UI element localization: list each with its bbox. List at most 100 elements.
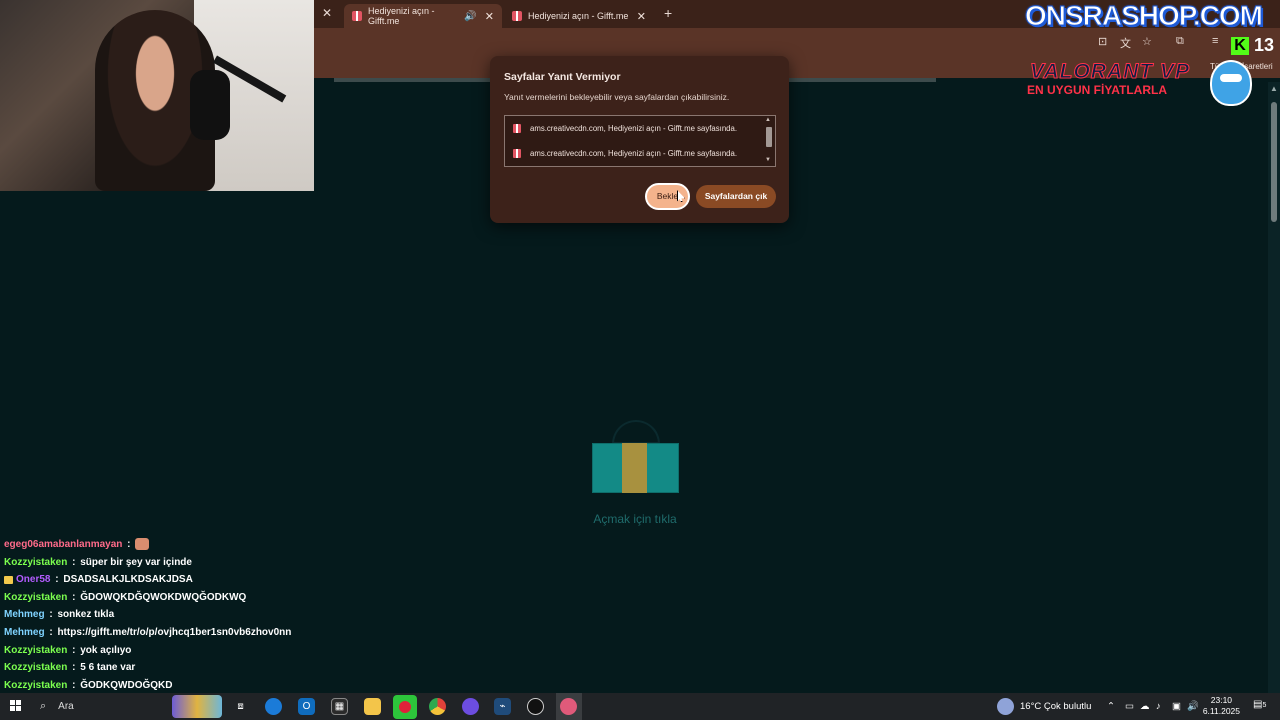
weather-text[interactable]: 16°C Çok bulutlu (1020, 693, 1091, 720)
unresponsive-pages-list[interactable]: ams.creativecdn.com, Hediyenizi açın - G… (504, 115, 776, 167)
obs-icon[interactable] (527, 698, 544, 715)
chat-separator: : (52, 574, 62, 586)
tray-app-icon[interactable]: ☁ (1140, 693, 1150, 720)
notification-icon[interactable]: ▤5 (1253, 699, 1268, 714)
chat-message: Kozzyistaken : yok açılıyo (0, 642, 314, 660)
exit-pages-button[interactable]: Sayfalardan çık (696, 185, 776, 208)
chrome-icon[interactable] (429, 698, 446, 715)
mascot-icon (1210, 60, 1252, 106)
chat-username[interactable]: Kozzyistaken (4, 645, 67, 656)
open-gift-label[interactable]: Açmak için tıkla (560, 512, 710, 526)
microphone-icon[interactable]: ♪ (1156, 693, 1161, 720)
gift-favicon-icon (352, 11, 362, 21)
task-view-icon[interactable]: ⧈ (232, 698, 249, 715)
list-scrollbar[interactable]: ▲ ▼ (764, 117, 774, 165)
chat-text: https://gifft.me/tr/o/p/ovjhcq1ber1sn0vb… (57, 626, 292, 638)
close-tab-icon[interactable]: ✕ (485, 10, 494, 23)
weather-icon[interactable] (997, 698, 1014, 715)
install-app-icon[interactable]: ⊡ (1098, 35, 1107, 48)
outlook-icon[interactable]: O (298, 698, 315, 715)
gift-bow (612, 420, 660, 444)
chat-separator: : (46, 626, 56, 638)
screen: egeg06amabanlanmayan : Kozzyistaken : sü… (0, 0, 1280, 720)
list-item: ams.creativecdn.com, Hediyenizi açın - G… (513, 120, 737, 136)
chat-text: yok açılıyo (80, 644, 132, 656)
chat-separator: : (124, 539, 134, 550)
list-item: ams.creativecdn.com, Hediyenizi açın - G… (513, 145, 737, 161)
chat-username[interactable]: Mehmeg (4, 609, 45, 620)
page-scrollbar[interactable]: ▲ (1268, 82, 1280, 693)
wait-button[interactable]: Bekle (645, 183, 690, 210)
tab-label: Hediyenizi açın - Gifft.me (368, 6, 435, 26)
page-entry-text: ams.creativecdn.com, Hediyenizi açın - G… (530, 123, 737, 133)
extensions-icon[interactable]: ⧉ (1176, 35, 1184, 48)
page-entry-text: ams.creativecdn.com, Hediyenizi açın - G… (530, 148, 737, 158)
edge-icon[interactable] (265, 698, 282, 715)
crown-badge-icon (4, 575, 13, 584)
chat-username[interactable]: egeg06amabanlanmayan (4, 539, 122, 550)
scroll-down-icon[interactable]: ▼ (765, 157, 771, 163)
gift-favicon-icon (513, 148, 521, 158)
close-tab-icon[interactable]: ✕ (637, 10, 646, 23)
speaker-icon[interactable]: 🔊 (464, 11, 476, 22)
gift-favicon-icon (513, 123, 521, 133)
chat-separator: : (69, 662, 79, 674)
file-explorer-icon[interactable] (364, 698, 381, 715)
tray-battery-icon[interactable]: ▭ (1125, 693, 1134, 720)
volume-icon[interactable]: 🔊 (1187, 693, 1199, 720)
search-placeholder: Ara (58, 701, 74, 712)
chat-message: Mehmeg : https://gifft.me/tr/o/p/ovjhcq1… (0, 624, 314, 642)
taskbar-clock[interactable]: 23:10 6.11.2025 (1203, 695, 1240, 717)
star-bookmark-icon[interactable]: ☆ (1142, 35, 1152, 48)
chat-separator: : (69, 644, 79, 656)
gift-box-icon[interactable] (592, 420, 680, 495)
discord-icon[interactable] (462, 698, 479, 715)
menu-icon[interactable]: ≡ (1212, 35, 1218, 47)
scroll-up-icon[interactable]: ▲ (765, 117, 771, 123)
chat-message: Kozzyistaken : ĞDOWQKDĞQWOKDWQĞODKWQ (0, 589, 314, 607)
chat-username[interactable]: Kozzyistaken (4, 662, 67, 673)
chat-emote-icon (135, 538, 150, 551)
browser-window: ✕ Hediyenizi açın - Gifft.me 🔊 ✕ Hediyen… (314, 0, 1280, 693)
chat-message: Kozzyistaken : süper bir şey var içinde (0, 554, 314, 572)
chat-username[interactable]: Kozzyistaken (4, 680, 67, 691)
scroll-up-icon[interactable]: ▲ (1270, 84, 1278, 93)
chat-text: sonkez tıkla (57, 609, 115, 621)
taskbar-search[interactable]: ⌕ Ara (32, 693, 222, 720)
search-icon: ⌕ (40, 700, 47, 712)
network-icon[interactable]: ▣ (1172, 693, 1181, 720)
clock-time: 23:10 (1210, 695, 1233, 705)
chevron-up-icon[interactable]: ⌃ (1107, 693, 1115, 720)
pages-unresponsive-dialog: Sayfalar Yanıt Vermiyor Yanıt vermelerin… (490, 56, 789, 223)
dialog-subtitle: Yanıt vermelerini bekleyebilir veya sayf… (504, 92, 730, 102)
chat-separator: : (46, 609, 56, 621)
media-player-icon[interactable] (393, 695, 417, 719)
search-highlight-icon[interactable] (172, 695, 222, 718)
browser-active-icon[interactable] (560, 698, 577, 715)
scroll-thumb[interactable] (1271, 102, 1277, 222)
tab-gifft-1[interactable]: Hediyenizi açın - Gifft.me 🔊 ✕ (344, 4, 502, 28)
windows-start-icon[interactable] (10, 700, 22, 712)
dialog-title: Sayfalar Yanıt Vermiyor (504, 71, 621, 83)
stream-chat: egeg06amabanlanmayan : Kozzyistaken : sü… (0, 536, 314, 694)
close-icon[interactable]: ✕ (322, 6, 332, 20)
chat-message: egeg06amabanlanmayan : (0, 536, 314, 554)
chat-text: süper bir şey var içinde (80, 556, 192, 568)
webcam-feed (0, 0, 314, 191)
steam-icon[interactable]: ⌁ (494, 698, 511, 715)
valorant-ad-subtitle: EN UYGUN FİYATLARLA (1027, 83, 1168, 97)
valorant-ad-title: VALORANT VP (1030, 60, 1190, 84)
translate-icon[interactable]: 文 (1120, 35, 1131, 51)
windows-taskbar: ⌕ Ara ⧈ O ▦ ⌁ 16°C Çok bulutlu ⌃ ▭ ☁ ♪ ▣… (0, 693, 1280, 720)
chat-username[interactable]: Mehmeg (4, 627, 45, 638)
chat-separator: : (69, 556, 79, 568)
new-tab-icon[interactable]: + (664, 5, 672, 21)
tab-gifft-2[interactable]: Hediyenizi açın - Gifft.me ✕ (504, 4, 654, 28)
gift-ribbon (622, 443, 647, 493)
chat-username[interactable]: Kozzyistaken (4, 557, 67, 568)
chat-username[interactable]: Oner58 (16, 574, 50, 585)
list-scroll-thumb[interactable] (766, 127, 772, 147)
store-icon[interactable]: ▦ (331, 698, 348, 715)
chat-username[interactable]: Kozzyistaken (4, 592, 67, 603)
chat-separator: : (69, 591, 79, 603)
